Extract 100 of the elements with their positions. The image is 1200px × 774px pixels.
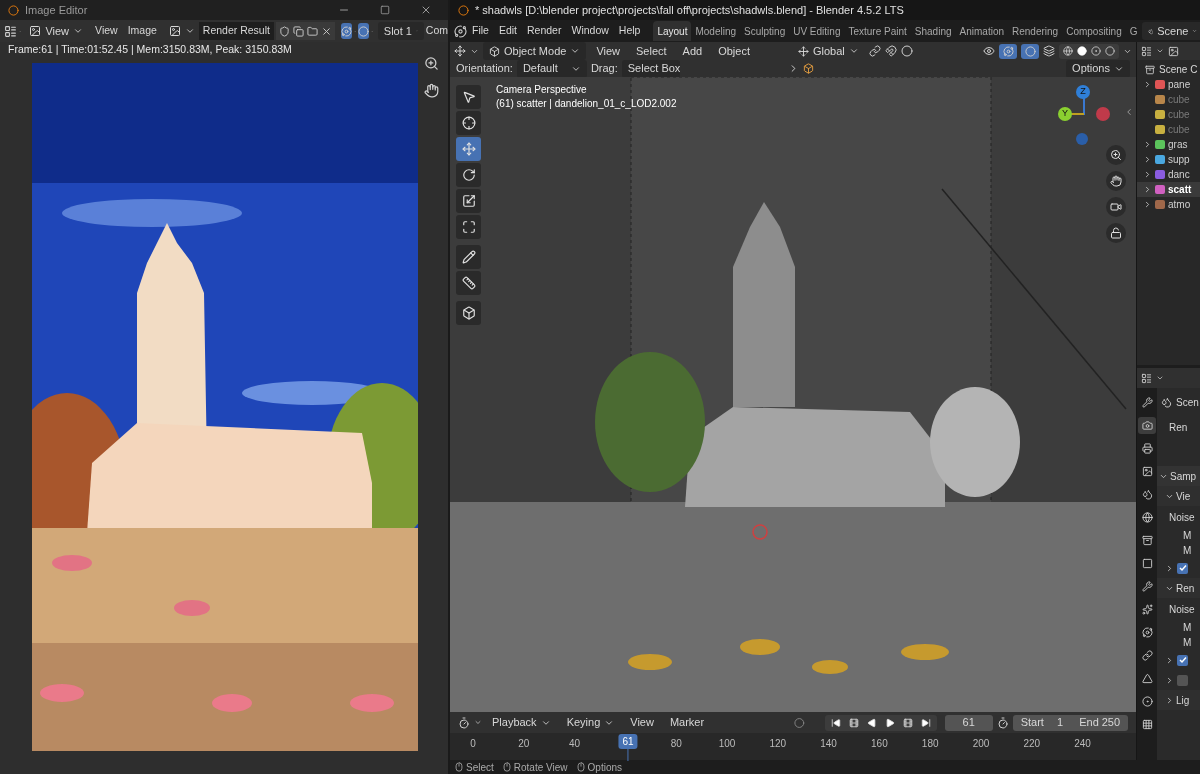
play-icon[interactable] [884, 717, 895, 728]
outliner-row[interactable]: supp [1137, 152, 1200, 167]
outliner-row[interactable]: atmo [1137, 197, 1200, 212]
jump-end-icon[interactable] [920, 717, 931, 728]
expand-icon[interactable] [1143, 200, 1152, 209]
subpanel-header[interactable]: Lig [1157, 690, 1200, 710]
outliner-row[interactable]: cube [1137, 122, 1200, 137]
menu-item[interactable]: File [467, 23, 494, 39]
workspace-tab[interactable]: G [1125, 21, 1142, 41]
image-name-field[interactable]: Render Result [198, 22, 274, 40]
expand-icon[interactable] [1143, 170, 1152, 179]
checkbox[interactable] [1177, 674, 1188, 686]
proportional-icon[interactable] [900, 45, 913, 57]
outliner-row[interactable]: pane [1137, 77, 1200, 92]
shield-icon[interactable] [278, 25, 290, 37]
workspace-tab[interactable]: Modeling [691, 21, 741, 41]
workspace-tab[interactable]: Texture Paint [844, 21, 911, 41]
menu-item[interactable]: Object [712, 42, 756, 60]
checkbox[interactable] [1177, 654, 1188, 666]
workspace-tab[interactable]: Compositing [1062, 21, 1126, 41]
pivot-icon[interactable] [868, 45, 881, 57]
workspace-tab[interactable]: Layout [653, 21, 692, 41]
xray-icon[interactable] [1043, 45, 1055, 57]
menu-item[interactable]: View [590, 42, 627, 60]
jump-start-icon[interactable] [830, 717, 841, 728]
copy-icon[interactable] [292, 25, 304, 37]
workspace-tab[interactable]: Sculpting [740, 21, 790, 41]
material-icon[interactable] [1091, 46, 1101, 56]
tool-button[interactable] [456, 271, 481, 295]
blender-logo-icon[interactable] [454, 24, 467, 38]
tool-button[interactable] [456, 189, 481, 213]
menu-item[interactable]: Edit [493, 23, 522, 39]
workspace-tab[interactable]: Shading [910, 21, 956, 41]
outliner-row[interactable]: danc [1137, 167, 1200, 182]
keying-dropdown[interactable]: Keying [560, 713, 621, 732]
outliner-row[interactable]: cube [1137, 92, 1200, 107]
panel-header[interactable]: Samp [1157, 466, 1200, 486]
playback-controls[interactable] [824, 714, 937, 731]
menu-item[interactable]: Window [566, 23, 614, 39]
tool-button[interactable] [456, 163, 481, 187]
end-frame-field[interactable]: End 250 [1071, 714, 1128, 731]
tool-button[interactable] [456, 111, 481, 135]
shading-buttons[interactable] [1059, 43, 1119, 59]
playback-dropdown[interactable]: Playback [486, 713, 557, 732]
tool-button[interactable] [456, 85, 481, 109]
sidebar-toggle-icon[interactable] [1124, 107, 1134, 117]
solid-icon[interactable] [1077, 46, 1087, 56]
wireframe-icon[interactable] [1063, 46, 1073, 56]
scene-dropdown[interactable]: Scene [1141, 22, 1200, 40]
visibility-icon[interactable] [983, 45, 995, 57]
slot-dropdown[interactable]: Slot 1 [377, 22, 424, 40]
current-frame-field[interactable]: 61 [944, 714, 993, 731]
menu-item[interactable]: Marker [663, 714, 711, 731]
tool-button[interactable] [456, 301, 481, 325]
outliner-item[interactable]: Scene C [1159, 62, 1198, 77]
outliner-row[interactable]: gras [1137, 137, 1200, 152]
subpanel-header[interactable]: Ren [1157, 578, 1200, 598]
display-mode-icon[interactable] [1168, 45, 1179, 57]
stopwatch-icon[interactable] [996, 716, 1009, 729]
view-dropdown[interactable]: View [23, 22, 90, 40]
mode-dropdown[interactable]: Object Mode [483, 42, 587, 60]
clock-icon[interactable] [458, 716, 470, 729]
expand-icon[interactable] [1143, 80, 1152, 89]
play-reverse-icon[interactable] [866, 717, 877, 728]
menu-item[interactable]: Render [522, 23, 567, 39]
editor-type-icon[interactable] [1141, 45, 1152, 57]
expand-icon[interactable] [1143, 140, 1152, 149]
timeline-ruler[interactable]: 0 20 40 61 80 100 120 140 160 180 200 220 240 [450, 733, 1136, 760]
tool-button[interactable] [456, 215, 481, 239]
playhead[interactable]: 61 [618, 734, 638, 761]
record-icon[interactable] [794, 716, 805, 729]
maximize-icon[interactable] [380, 5, 390, 15]
editor-type-icon[interactable] [4, 24, 17, 38]
menu-item[interactable]: Image [123, 23, 161, 39]
transform-dropdown[interactable]: Global [792, 42, 865, 60]
outliner-row[interactable]: cube [1137, 107, 1200, 122]
hand-icon[interactable] [424, 83, 439, 98]
viewport[interactable]: Camera Perspective (61) scatter | dandelion_01_c_LOD2.002 Z Y [450, 77, 1136, 712]
menu-item[interactable]: View [624, 714, 660, 731]
menu-item[interactable]: Add [676, 42, 709, 60]
menu-item[interactable]: View [91, 23, 122, 39]
zoom-icon[interactable] [424, 56, 439, 71]
close-icon[interactable] [420, 4, 432, 16]
expand-icon[interactable] [1143, 185, 1152, 194]
workspace-tab[interactable]: UV Editing [789, 21, 845, 41]
editor-type-icon[interactable] [454, 45, 466, 57]
close-icon[interactable] [320, 25, 332, 37]
menu-item[interactable]: Help [613, 23, 646, 39]
properties-tab[interactable] [1138, 417, 1156, 434]
checkbox[interactable] [1177, 562, 1188, 574]
expand-icon[interactable] [1143, 155, 1152, 164]
axis-gizmo[interactable]: Z Y [1056, 83, 1116, 147]
rendered-icon[interactable] [1105, 46, 1115, 56]
menu-item[interactable]: Select [630, 42, 673, 60]
folder-icon[interactable] [306, 25, 318, 37]
snap-icon[interactable] [884, 45, 897, 57]
workspace-tab[interactable]: Rendering [1008, 21, 1063, 41]
workspace-tab[interactable]: Animation [955, 21, 1008, 41]
subpanel-header[interactable]: Vie [1157, 486, 1200, 506]
tool-button[interactable] [456, 245, 481, 269]
